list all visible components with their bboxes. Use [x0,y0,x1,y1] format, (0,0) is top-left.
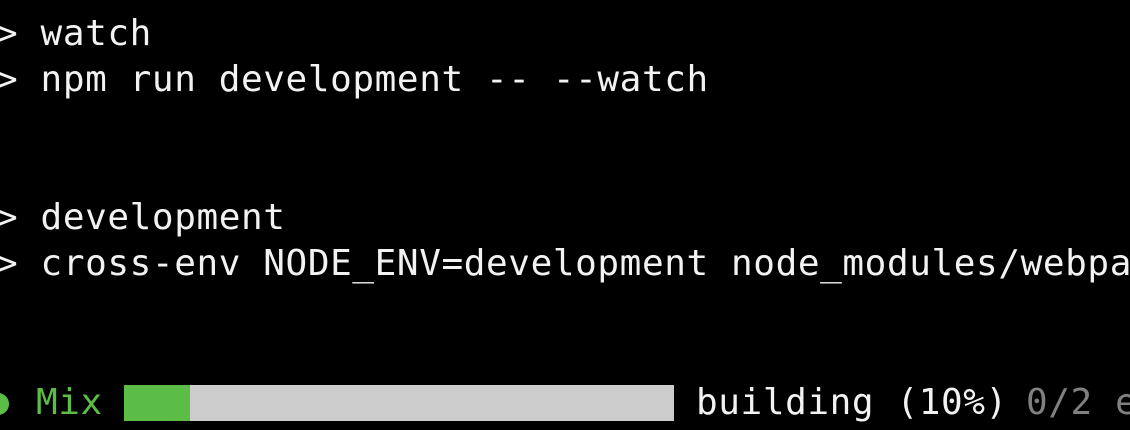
terminal-window[interactable]: > watch > npm run development -- --watch… [0,0,1130,430]
progress-bar [124,385,674,421]
status-dot-icon [0,393,9,415]
terminal-line-watch: > watch [0,13,152,54]
terminal-line-cross-env: > cross-env NODE_ENV=development node_mo… [0,243,1130,284]
progress-bar-fill [124,385,190,421]
build-count-text: 0/2 e [1026,382,1130,423]
terminal-line-development: > development [0,197,286,238]
build-status-text: building (10%) [696,382,1008,423]
terminal-line-npm-run: > npm run development -- --watch [0,59,709,100]
mix-label: Mix [36,382,103,423]
mix-progress-line: Mix building (10%) 0/2 e [0,380,1130,426]
